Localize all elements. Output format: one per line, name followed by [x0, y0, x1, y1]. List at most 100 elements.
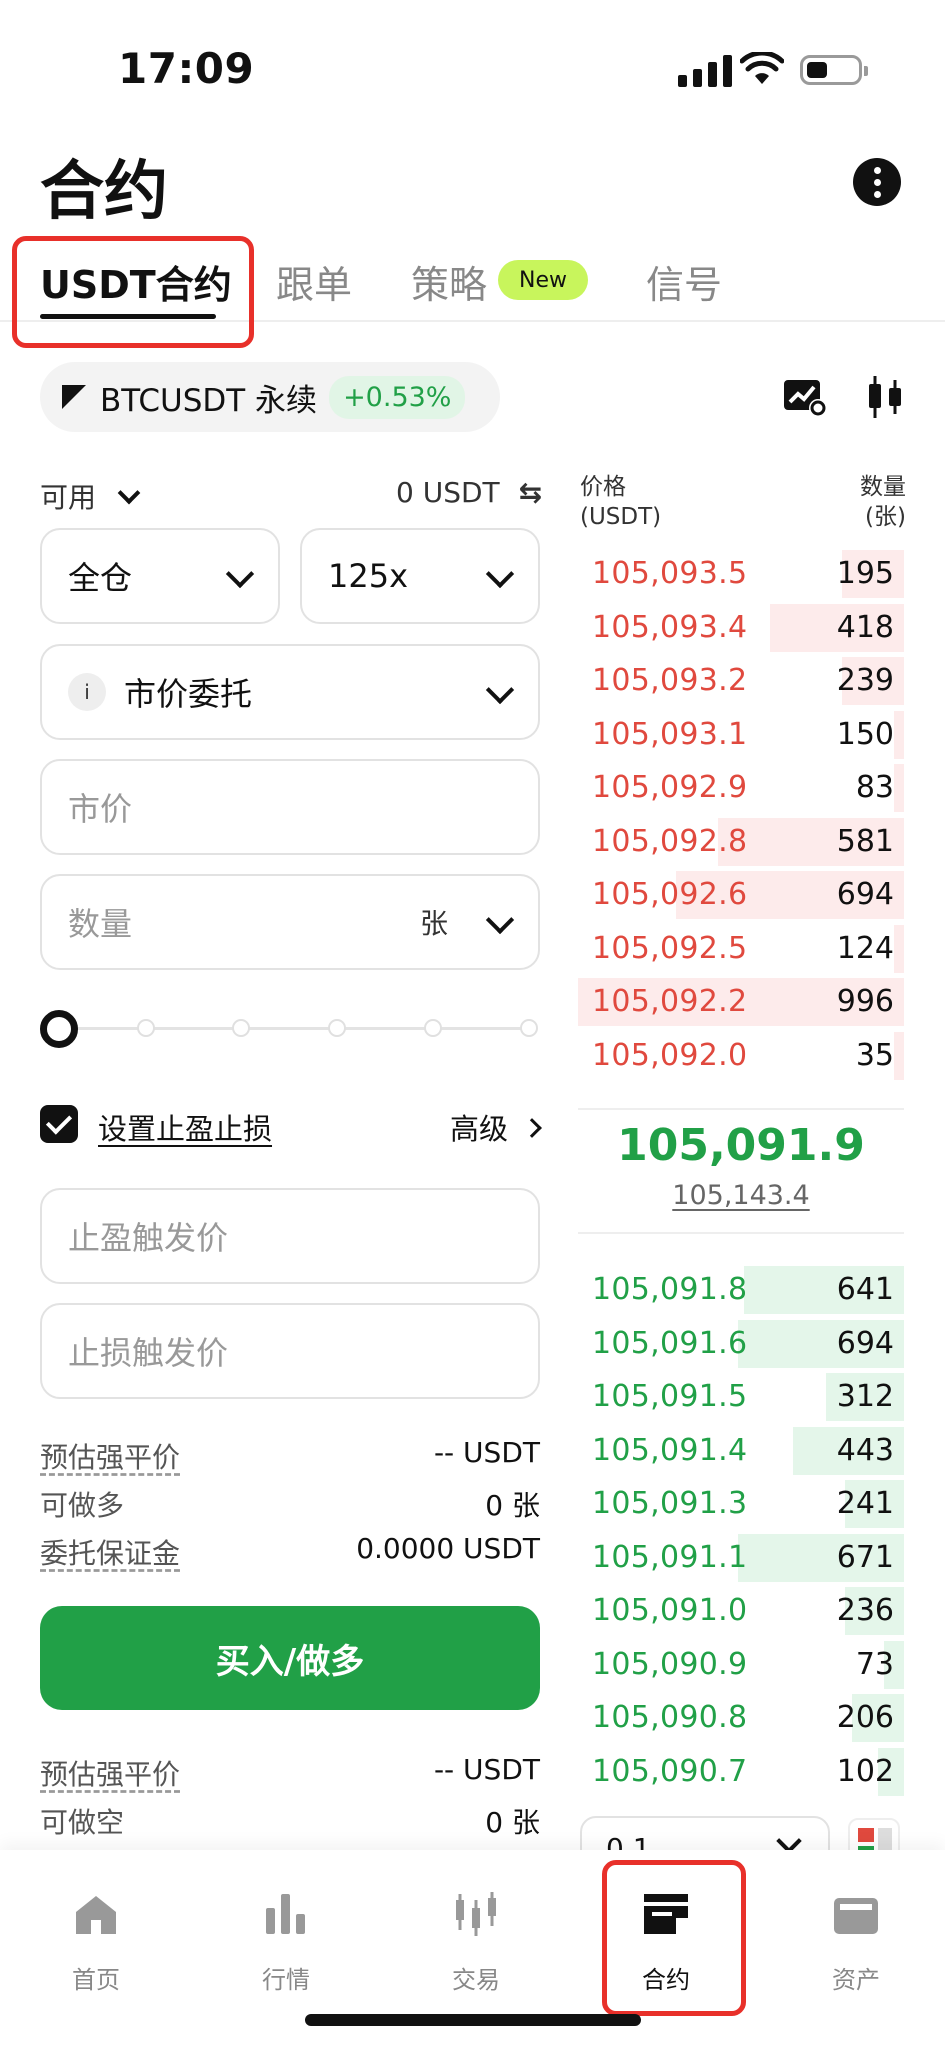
chevron-down-icon[interactable] — [485, 905, 515, 935]
ask-row[interactable]: 105,093.5 195 — [578, 548, 904, 598]
nav-trade[interactable]: 交易 — [416, 1890, 536, 1995]
ask-row[interactable]: 105,092.5 124 — [578, 923, 904, 973]
ask-row[interactable]: 105,092.8 581 — [578, 816, 904, 866]
ask-qty: 150 — [836, 716, 894, 752]
available-balance-toggle[interactable]: 可用 — [40, 476, 141, 516]
price-header-label: 价格 — [580, 474, 626, 500]
ask-qty: 83 — [855, 770, 894, 805]
more-options-button[interactable] — [853, 158, 901, 206]
advanced-label: 高级 — [450, 1112, 509, 1146]
advanced-link[interactable]: 高级 — [450, 1106, 543, 1148]
slider-step[interactable] — [232, 1019, 250, 1037]
slider-step[interactable] — [137, 1019, 155, 1037]
wallet-icon — [834, 1898, 878, 1934]
nav-markets[interactable]: 行情 — [226, 1890, 346, 1995]
bid-row[interactable]: 105,090.7 102 — [578, 1746, 904, 1796]
slider-step[interactable] — [328, 1019, 346, 1037]
bid-qty: 641 — [836, 1272, 894, 1307]
bid-qty: 443 — [836, 1432, 894, 1468]
take-profit-input[interactable]: 止盈触发价 — [40, 1188, 540, 1284]
ask-row[interactable]: 105,092.0 35 — [578, 1030, 904, 1080]
slider-step[interactable] — [520, 1019, 538, 1037]
nav-label: 资产 — [832, 1966, 880, 1994]
tpsl-label[interactable]: 设置止盈止损 — [98, 1106, 272, 1148]
status-time: 17:09 — [118, 44, 255, 93]
info-label[interactable]: 委托保证金 — [40, 1537, 180, 1570]
depth-bar — [894, 924, 904, 973]
info-label[interactable]: 预估强平价 — [40, 1758, 180, 1791]
bid-qty: 73 — [855, 1646, 894, 1682]
transfer-icon[interactable]: ⇆ — [519, 476, 542, 509]
bid-row[interactable]: 105,091.3 241 — [578, 1478, 904, 1528]
available-label: 可用 — [40, 481, 97, 514]
slider-step[interactable] — [424, 1019, 442, 1037]
quantity-slider-handle[interactable] — [40, 1010, 78, 1048]
tab-signals[interactable]: 信号 — [646, 254, 722, 309]
ask-row[interactable]: 105,092.2 996 — [578, 976, 904, 1026]
orderbook-price-header: 价格 (USDT) — [580, 472, 661, 532]
price-input[interactable]: 市价 — [40, 759, 540, 855]
pair-selector[interactable]: BTCUSDT 永续 +0.53% — [40, 362, 500, 432]
nav-label: 首页 — [72, 1966, 120, 1994]
chevron-right-icon — [522, 1118, 543, 1138]
ask-row[interactable]: 105,092.6 694 — [578, 869, 904, 919]
bid-price: 105,091.8 — [592, 1272, 748, 1307]
ask-row[interactable]: 105,092.9 83 — [578, 762, 904, 812]
ask-row[interactable]: 105,093.1 150 — [578, 709, 904, 759]
last-price[interactable]: 105,091.9 — [578, 1120, 904, 1171]
bid-row[interactable]: 105,091.6 694 — [578, 1318, 904, 1368]
bid-row[interactable]: 105,091.0 236 — [578, 1585, 904, 1635]
candlestick-chart-icon[interactable] — [862, 374, 908, 420]
bid-price: 105,091.3 — [592, 1486, 748, 1521]
status-bar: 17:09 — [0, 0, 945, 130]
ask-qty: 996 — [836, 984, 894, 1019]
buy-long-button[interactable]: 买入/做多 — [40, 1606, 540, 1710]
mark-price[interactable]: 105,143.4 — [578, 1180, 904, 1211]
stop-loss-input[interactable]: 止损触发价 — [40, 1303, 540, 1399]
candlestick-icon — [456, 1892, 496, 1936]
pair-name: BTCUSDT 永续 — [100, 382, 318, 419]
tpsl-checkbox[interactable] — [40, 1105, 78, 1143]
leverage-select[interactable]: 125x — [300, 528, 540, 624]
nav-assets[interactable]: 资产 — [796, 1890, 916, 1995]
quantity-slider-track[interactable] — [58, 1027, 532, 1030]
nav-home[interactable]: 首页 — [36, 1890, 156, 1995]
ask-price: 105,092.2 — [592, 984, 748, 1019]
bid-qty: 236 — [836, 1593, 894, 1628]
quantity-placeholder: 数量 — [68, 905, 133, 943]
info-label[interactable]: 预估强平价 — [40, 1441, 180, 1474]
ask-qty: 239 — [836, 663, 894, 698]
ask-price: 105,092.0 — [592, 1037, 748, 1073]
margin-mode-select[interactable]: 全仓 — [40, 528, 280, 624]
tab-copy-trading[interactable]: 跟单 — [276, 254, 352, 309]
ask-price: 105,092.8 — [592, 823, 748, 859]
page-title: 合约 — [40, 155, 168, 229]
bid-row[interactable]: 105,091.5 312 — [578, 1371, 904, 1421]
highlight-box-usdt-tab — [12, 236, 254, 348]
highlight-box-futures-nav — [602, 1860, 746, 2016]
quantity-input[interactable]: 数量 张 — [40, 874, 540, 970]
bid-row[interactable]: 105,090.8 206 — [578, 1692, 904, 1742]
depth-bar — [894, 1031, 904, 1080]
bid-row[interactable]: 105,090.9 73 — [578, 1639, 904, 1689]
bid-row[interactable]: 105,091.4 443 — [578, 1425, 904, 1475]
ask-price: 105,092.5 — [592, 930, 748, 966]
info-value: -- USDT — [433, 1436, 540, 1469]
order-type-select[interactable]: i 市价委托 — [40, 644, 540, 740]
chart-settings-icon[interactable] — [782, 374, 828, 420]
ask-row[interactable]: 105,093.4 418 — [578, 602, 904, 652]
price-header-unit: (USDT) — [580, 504, 662, 530]
quantity-unit[interactable]: 张 — [420, 902, 448, 942]
take-profit-placeholder: 止盈触发价 — [68, 1219, 229, 1257]
tab-strategy[interactable]: 策略 — [411, 254, 487, 309]
bid-row[interactable]: 105,091.1 671 — [578, 1532, 904, 1582]
bid-row[interactable]: 105,091.8 641 — [578, 1264, 904, 1314]
order-type-value: 市价委托 — [124, 675, 253, 713]
nav-label: 交易 — [452, 1966, 500, 1994]
price-placeholder: 市价 — [68, 790, 133, 828]
bid-qty: 694 — [836, 1325, 894, 1361]
info-icon[interactable]: i — [68, 673, 106, 711]
ask-qty: 195 — [836, 556, 894, 591]
ask-row[interactable]: 105,093.2 239 — [578, 655, 904, 705]
bid-qty: 241 — [836, 1486, 894, 1521]
